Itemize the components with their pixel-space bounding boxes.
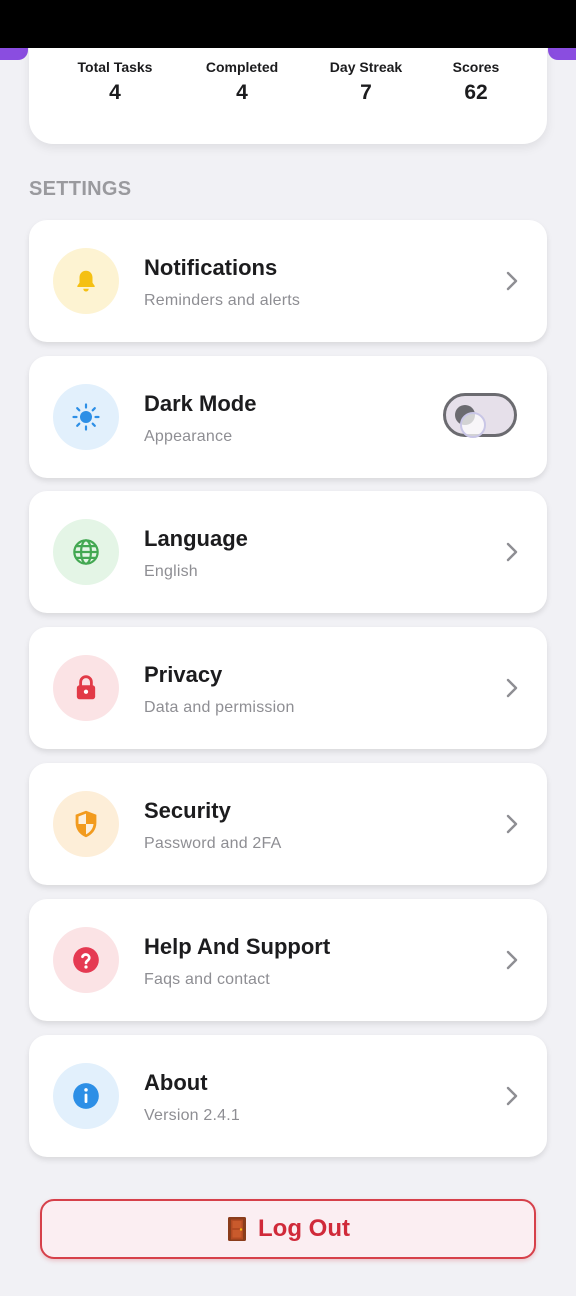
setting-subtitle: Version 2.4.1: [144, 1107, 240, 1124]
setting-title: Privacy: [144, 662, 223, 687]
stat-value: 62: [464, 81, 488, 104]
stat-total-tasks: Total Tasks 4: [55, 48, 175, 105]
bell-icon: [53, 248, 119, 314]
chevron-right-icon: [506, 678, 518, 698]
setting-subtitle: English: [144, 563, 198, 580]
header-accent: [548, 48, 576, 60]
setting-language[interactable]: Language English: [29, 491, 547, 613]
toggle-ripple: [460, 412, 486, 438]
setting-dark-mode[interactable]: Dark Mode Appearance: [29, 356, 547, 478]
chevron-right-icon: [506, 542, 518, 562]
sun-icon: [53, 384, 119, 450]
stat-label: Scores: [452, 59, 500, 75]
stat-label: Total Tasks: [77, 59, 153, 75]
dark-mode-toggle[interactable]: [443, 393, 517, 438]
setting-title: About: [144, 1070, 208, 1095]
setting-title: Help And Support: [144, 934, 331, 959]
stat-value: 7: [360, 81, 372, 104]
stats-card: Total Tasks 4 Completed 4 Day Streak 7 S…: [29, 48, 547, 144]
setting-about[interactable]: About Version 2.4.1: [29, 1035, 547, 1157]
chevron-right-icon: [506, 950, 518, 970]
info-icon: [53, 1063, 119, 1129]
stat-value: 4: [109, 81, 121, 104]
setting-security[interactable]: Security Password and 2FA: [29, 763, 547, 885]
shield-icon: [53, 791, 119, 857]
setting-subtitle: Password and 2FA: [144, 835, 282, 852]
chevron-right-icon: [506, 271, 518, 291]
stat-day-streak: Day Streak 7: [306, 48, 426, 105]
setting-subtitle: Data and permission: [144, 699, 295, 716]
stat-label: Completed: [205, 59, 279, 75]
setting-title: Dark Mode: [144, 391, 257, 416]
chevron-right-icon: [506, 1086, 518, 1106]
setting-subtitle: Reminders and alerts: [144, 292, 301, 309]
setting-title: Notifications: [144, 255, 278, 280]
logout-button[interactable]: Log Out: [40, 1199, 536, 1259]
setting-title: Language: [144, 526, 248, 551]
header-accent: [0, 48, 28, 60]
setting-notifications[interactable]: Notifications Reminders and alerts: [29, 220, 547, 342]
stat-value: 4: [236, 81, 248, 104]
setting-subtitle: Faqs and contact: [144, 971, 270, 988]
chevron-right-icon: [506, 814, 518, 834]
door-icon: [228, 1217, 247, 1241]
settings-section-title: SETTINGS: [29, 178, 132, 200]
stat-scores: Scores 62: [416, 48, 536, 105]
setting-help-support[interactable]: Help And Support Faqs and contact: [29, 899, 547, 1021]
globe-icon: [53, 519, 119, 585]
stat-completed: Completed 4: [182, 48, 302, 105]
logout-label: Log Out: [258, 1215, 350, 1242]
setting-privacy[interactable]: Privacy Data and permission: [29, 627, 547, 749]
stat-label: Day Streak: [329, 59, 403, 75]
lock-icon: [53, 655, 119, 721]
help-icon: [53, 927, 119, 993]
status-bar: [0, 0, 576, 48]
setting-title: Security: [144, 798, 231, 823]
setting-subtitle: Appearance: [144, 428, 233, 445]
